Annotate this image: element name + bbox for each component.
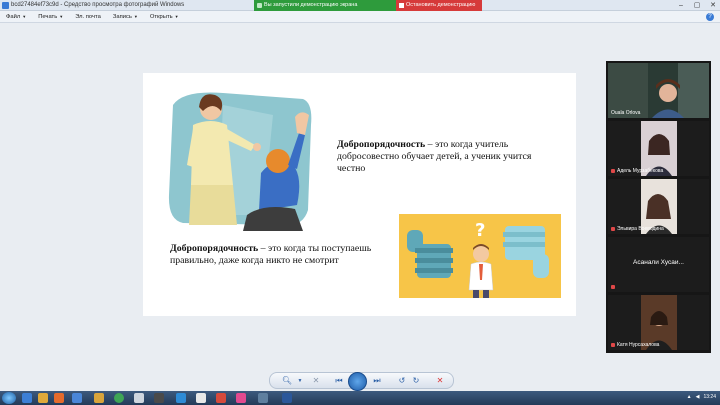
taskbar: ▲ ◀ 13:24 <box>0 391 720 405</box>
definition-text-2: Добропорядочность – это когда ты поступа… <box>170 243 395 267</box>
participant-name-center: Асанали Хусаи... <box>633 259 684 266</box>
taskbar-app-yandex-icon[interactable] <box>216 393 226 403</box>
participant-name: Катя Нурсахалова <box>611 342 659 348</box>
menu-burn[interactable]: Запись ▼ <box>113 14 138 20</box>
sharing-status-text: Вы запустили демонстрацию экрана <box>264 2 358 8</box>
svg-text:?: ? <box>475 220 485 241</box>
tray-volume-icon[interactable]: ◀ <box>696 394 700 400</box>
tray-network-icon[interactable]: ▲ <box>687 394 692 400</box>
menu-email[interactable]: Эл. почта <box>75 14 101 20</box>
rotate-right-icon[interactable]: ↻ <box>410 375 422 387</box>
participant-name: Адель Мурзабекова <box>611 168 663 174</box>
stop-sharing-label: Остановить демонстрацию <box>406 2 476 8</box>
rotate-left-icon[interactable]: ↺ <box>396 375 408 387</box>
stop-icon <box>399 3 404 8</box>
taskbar-app-icon[interactable] <box>94 393 104 403</box>
taskbar-app-media-icon[interactable] <box>54 393 64 403</box>
participants-panel: Ouala Orlova Адель Мурзабекова Эльвира В… <box>606 61 711 353</box>
menu-bar: Файл ▼ Печать ▼ Эл. почта Запись ▼ Открыть ▼… <box>0 11 720 23</box>
participant-tile[interactable]: Катя Нурсахалова <box>608 295 709 350</box>
actual-size-icon[interactable]: ✕ <box>310 375 322 387</box>
zoom-dropdown-icon[interactable]: ▼ <box>296 375 304 387</box>
participant-name: Эльвира Воеводина <box>611 226 664 232</box>
menu-open[interactable]: Открыть ▼ <box>150 14 179 20</box>
definition-text-1: Добропорядочность – это когда учитель до… <box>337 139 562 175</box>
participant-name: Ouala Orlova <box>611 110 641 116</box>
participant-tile[interactable]: Эльвира Воеводина <box>608 179 709 234</box>
thumbs-illustration: ? <box>399 214 561 298</box>
window-title: bcd27484ef73c9d - Средство просмотра фот… <box>11 2 185 8</box>
taskbar-app-word-icon[interactable] <box>282 393 292 403</box>
slideshow-button[interactable] <box>348 372 367 391</box>
maximize-button[interactable]: ▢ <box>692 1 702 10</box>
participant-mute-indicator <box>611 284 617 290</box>
participant-tile[interactable]: Адель Мурзабекова <box>608 121 709 176</box>
minimize-button[interactable]: – <box>676 1 686 10</box>
zoom-icon[interactable]: 🔍︎ <box>280 375 294 387</box>
photo-viewer-icon <box>2 2 9 9</box>
menu-file[interactable]: Файл ▼ <box>6 14 26 20</box>
previous-icon[interactable]: ⏮ <box>332 375 346 387</box>
menu-print[interactable]: Печать ▼ <box>38 14 63 20</box>
slide-image: Добропорядочность – это когда учитель до… <box>143 73 576 316</box>
close-button[interactable]: ✕ <box>708 1 718 10</box>
next-icon[interactable]: ⏭ <box>370 375 384 387</box>
taskbar-app-icon[interactable] <box>134 393 144 403</box>
participant-tile[interactable]: Ouala Orlova <box>608 63 709 118</box>
viewer-controls: 🔍︎ ▼ ✕ ⏮ ⏭ ↺ ↻ ✕ <box>269 372 454 391</box>
stop-sharing-button[interactable]: Остановить демонстрацию <box>396 0 482 11</box>
screen-share-icon <box>257 3 262 8</box>
taskbar-app-icon[interactable] <box>196 393 206 403</box>
clock[interactable]: 13:24 <box>703 394 716 400</box>
taskbar-app-chrome-icon[interactable] <box>114 393 124 403</box>
participant-tile[interactable]: Асанали Хусаи... <box>608 237 709 292</box>
help-icon[interactable]: ? <box>706 13 714 21</box>
taskbar-app-explorer-icon[interactable] <box>38 393 48 403</box>
muted-mic-icon <box>611 226 615 231</box>
taskbar-app-icon[interactable] <box>236 393 246 403</box>
muted-mic-icon <box>611 342 615 347</box>
taskbar-app-icon[interactable] <box>176 393 186 403</box>
delete-icon[interactable]: ✕ <box>434 375 446 387</box>
taskbar-app-photo-viewer-icon[interactable] <box>258 393 268 403</box>
taskbar-app-icon[interactable] <box>154 393 164 403</box>
muted-mic-icon <box>611 284 615 289</box>
muted-mic-icon <box>611 168 615 173</box>
term-2: Добропорядочность <box>170 243 259 254</box>
taskbar-app-ie-icon[interactable] <box>22 393 32 403</box>
teacher-illustration <box>168 92 312 231</box>
sharing-status-banner: Вы запустили демонстрацию экрана <box>254 0 396 11</box>
taskbar-app-icon[interactable] <box>72 393 82 403</box>
term-1: Добропорядочность <box>337 139 426 150</box>
start-button[interactable] <box>2 392 16 404</box>
